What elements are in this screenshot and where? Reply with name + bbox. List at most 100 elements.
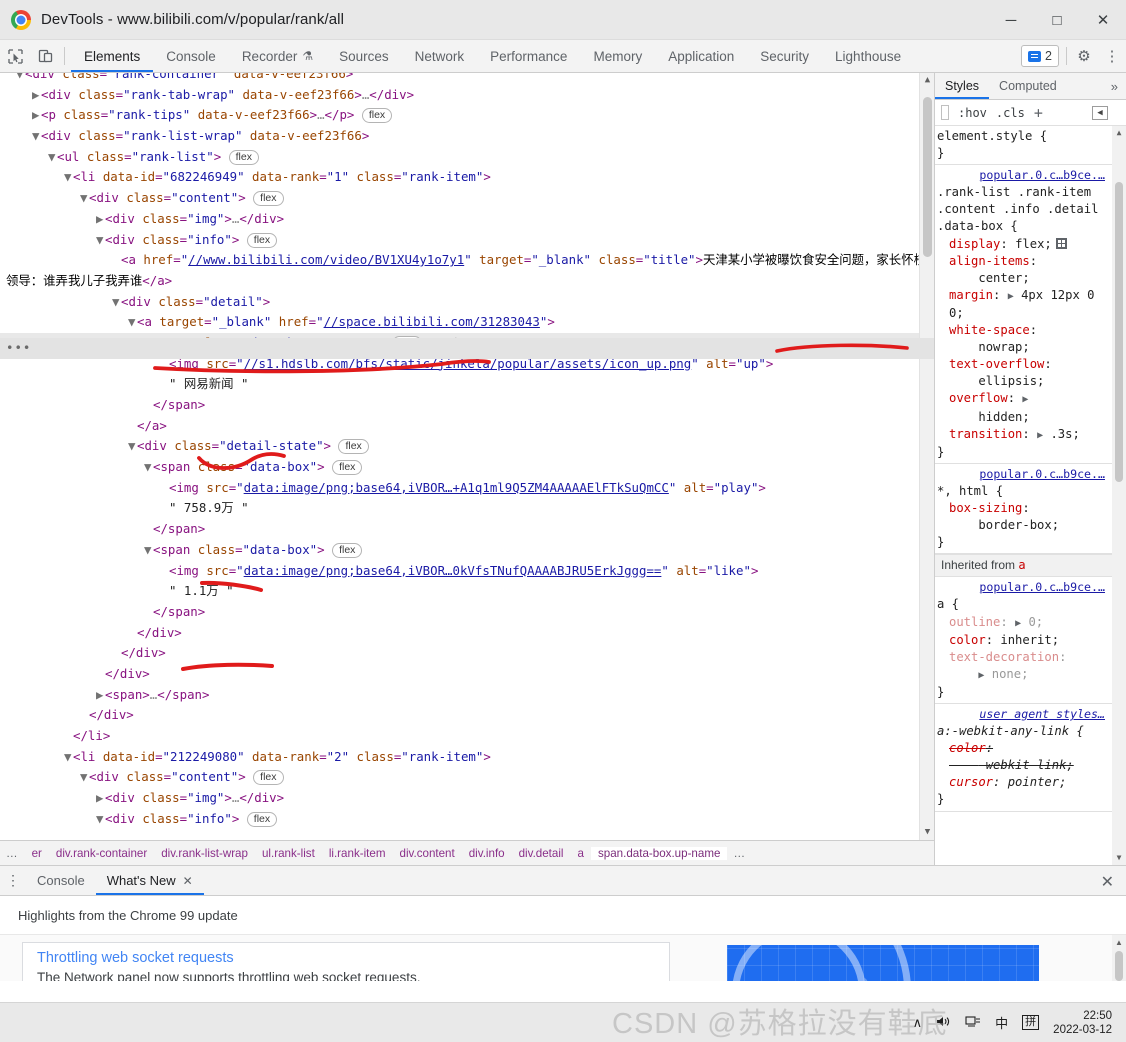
dom-scroll-thumb[interactable] [923,97,932,257]
network-icon[interactable] [965,1015,981,1031]
chevron-down-icon[interactable]: ▼ [32,126,41,147]
dom-tree-line[interactable]: ▼ <li data-id="212249080" data-rank="2" c… [0,747,934,768]
breadcrumb-overflow-left[interactable]: … [0,847,25,860]
style-prop-box-sizing[interactable]: box-sizing: border-box; [935,500,1112,534]
dom-tree-line[interactable]: ▼ <span class="data-box"> flex [0,457,934,478]
style-prop-cursor[interactable]: cursor: pointer; [935,774,1112,791]
chevron-right-icon[interactable]: ▶ [32,85,41,106]
ime-mode-indicator[interactable]: 中 [995,1013,1008,1032]
chevron-down-icon[interactable]: ▼ [144,457,153,478]
breadcrumb-item-a[interactable]: a [571,847,591,860]
dom-tree-line[interactable]: <img src="data:image/png;base64,iVBOR…0k… [0,561,934,582]
scroll-up-arrow[interactable]: ▲ [920,73,934,88]
dom-tree[interactable]: ▼ <div class="rank-container" data-v-eef2… [0,73,934,840]
chevron-right-icon[interactable]: ▶ [96,685,105,706]
style-prop-align-items[interactable]: align-items: center; [935,253,1112,287]
dom-tree-line[interactable]: ▼ <span class="data-box"> flex [0,540,934,561]
dom-tree-line[interactable]: ▼ <li data-id="682246949" data-rank="1" c… [0,167,934,188]
style-rule-source-link[interactable]: popular.0.c…b9ce.… [935,579,1112,596]
breadcrumb-item-span-data-box-up-name[interactable]: span.data-box.up-name [590,846,728,860]
chevron-down-icon[interactable]: ▼ [128,436,137,457]
tab-network[interactable]: Network [402,40,478,72]
chevron-down-icon[interactable]: ▼ [48,147,57,168]
styles-scrollbar[interactable]: ▲ ▼ [1112,126,1126,865]
chevron-down-icon[interactable]: ▼ [16,73,25,85]
dom-tree-line[interactable]: ▼ <div class="info"> flex [0,809,934,830]
inherited-element-name[interactable]: a [1018,558,1025,572]
cls-toggle-button[interactable]: .cls [996,106,1025,120]
dom-tree-line[interactable]: <a href="//www.bilibili.com/video/BV1XU4… [0,250,934,291]
whats-new-card[interactable]: Throttling web socket requests The Netwo… [22,942,670,981]
breadcrumb-item-div-rank-list-wrap[interactable]: div.rank-list-wrap [154,847,255,860]
drawer-close-icon[interactable]: ✕ [1095,866,1120,897]
dom-tree-line[interactable]: </a> [0,416,934,437]
breadcrumb-truncated[interactable]: er [25,847,49,860]
whats-new-scroll-up-arrow[interactable]: ▲ [1112,935,1126,949]
chevron-down-icon[interactable]: ▼ [96,230,105,251]
style-prop-display[interactable]: display: flex; [935,236,1112,253]
styles-scroll-down-arrow[interactable]: ▼ [1112,851,1126,865]
chevron-down-icon[interactable]: ▼ [144,540,153,561]
style-prop-overflow[interactable]: overflow: ▶ hidden; [935,390,1112,425]
chevron-down-icon[interactable]: ▼ [64,747,73,768]
style-rule-universal[interactable]: popular.0.c…b9ce.… *, html { box-sizing:… [935,464,1112,555]
new-style-rule-button[interactable]: + [1034,104,1043,122]
styles-scroll-up-arrow[interactable]: ▲ [1112,126,1126,140]
dom-tree-line[interactable]: </li> [0,726,934,747]
dom-tree-line[interactable]: </div> [0,623,934,644]
hov-toggle-button[interactable]: :hov [958,106,987,120]
drawer-more-icon[interactable]: ⋮ [0,866,26,895]
volume-icon[interactable] [936,1015,951,1031]
styles-rules-list[interactable]: element.style { } popular.0.c…b9ce.… .ra… [935,126,1126,865]
dom-tree-line[interactable]: ▶ <p class="rank-tips" data-v-eef23f66>…<… [0,105,934,126]
style-prop-white-space[interactable]: white-space: nowrap; [935,322,1112,356]
tab-console[interactable]: Console [153,40,229,72]
tab-application[interactable]: Application [655,40,747,72]
tab-sources[interactable]: Sources [326,40,402,72]
breadcrumb-item-div-content[interactable]: div.content [393,847,462,860]
tab-lighthouse[interactable]: Lighthouse [822,40,914,72]
chevron-right-icon[interactable]: ▶ [96,209,105,230]
style-rule-element-style[interactable]: element.style { } [935,126,1112,166]
dom-tree-line[interactable]: ▼ <div class="info"> flex [0,230,934,251]
dom-tree-line[interactable]: ▼ <div class="content"> flex [0,767,934,788]
chevron-down-icon[interactable]: ▼ [112,292,121,313]
maximize-button[interactable]: □ [1034,0,1080,40]
dom-tree-line[interactable]: " 758.9万 " [0,498,934,519]
device-toolbar-icon[interactable] [30,40,60,72]
chevron-down-icon[interactable]: ▼ [96,809,105,830]
dom-tree-line[interactable]: ▼ <div class="content"> flex [0,188,934,209]
styles-more-tabs-icon[interactable]: » [1103,73,1126,99]
dom-edit-placeholder-row[interactable]: ••• [0,338,934,359]
tab-memory[interactable]: Memory [580,40,655,72]
chevron-down-icon[interactable]: ▼ [80,767,89,788]
dom-tree-line[interactable]: ▼ <a target="_blank" href="//space.bilibi… [0,312,934,333]
tab-elements[interactable]: Elements [71,40,154,72]
style-rule-user-agent[interactable]: user agent styles… a:-webkit-any-link { … [935,704,1112,812]
whats-new-card-link[interactable]: Throttling web socket requests [37,950,655,966]
dom-tree-line[interactable]: </span> [0,519,934,540]
dom-tree-line[interactable]: ▼ <div class="rank-list-wrap" data-v-eef2… [0,126,934,147]
chevron-down-icon[interactable]: ▼ [128,312,137,333]
dom-tree-line[interactable]: </div> [0,664,934,685]
computed-sidebar-toggle-icon[interactable]: ◀ [1092,105,1108,120]
whats-new-scrollbar[interactable]: ▲ [1112,935,1126,981]
style-prop-margin[interactable]: margin: ▶ 4px 12px 0 0; [935,287,1112,322]
drawer-tab-console[interactable]: Console [26,866,96,895]
close-button[interactable]: ✕ [1080,0,1126,40]
style-prop-color[interactable]: color: inherit; [935,632,1112,649]
tab-security[interactable]: Security [747,40,822,72]
chevron-right-icon[interactable]: ▶ [96,788,105,809]
style-rule-anchor[interactable]: popular.0.c…b9ce.… a { outline: ▶ 0; col… [935,577,1112,704]
flexbox-editor-icon[interactable] [1055,237,1067,249]
dom-tree-line[interactable]: " 1.1万 " [0,581,934,602]
dom-tree-line[interactable]: ▼ <div class="detail-state"> flex [0,436,934,457]
whats-new-scroll-thumb[interactable] [1115,951,1123,981]
minimize-button[interactable]: ─ [988,0,1034,40]
style-prop-transition[interactable]: transition: ▶ .3s; [935,426,1112,444]
breadcrumb-overflow-right[interactable]: … [727,847,752,860]
dom-tree-line[interactable]: ▼ <ul class="rank-list"> flex [0,147,934,168]
tab-performance[interactable]: Performance [477,40,580,72]
style-prop-color-overridden[interactable]: color: -webkit-link; [935,740,1112,774]
breadcrumb-item-ul-rank-list[interactable]: ul.rank-list [255,847,322,860]
